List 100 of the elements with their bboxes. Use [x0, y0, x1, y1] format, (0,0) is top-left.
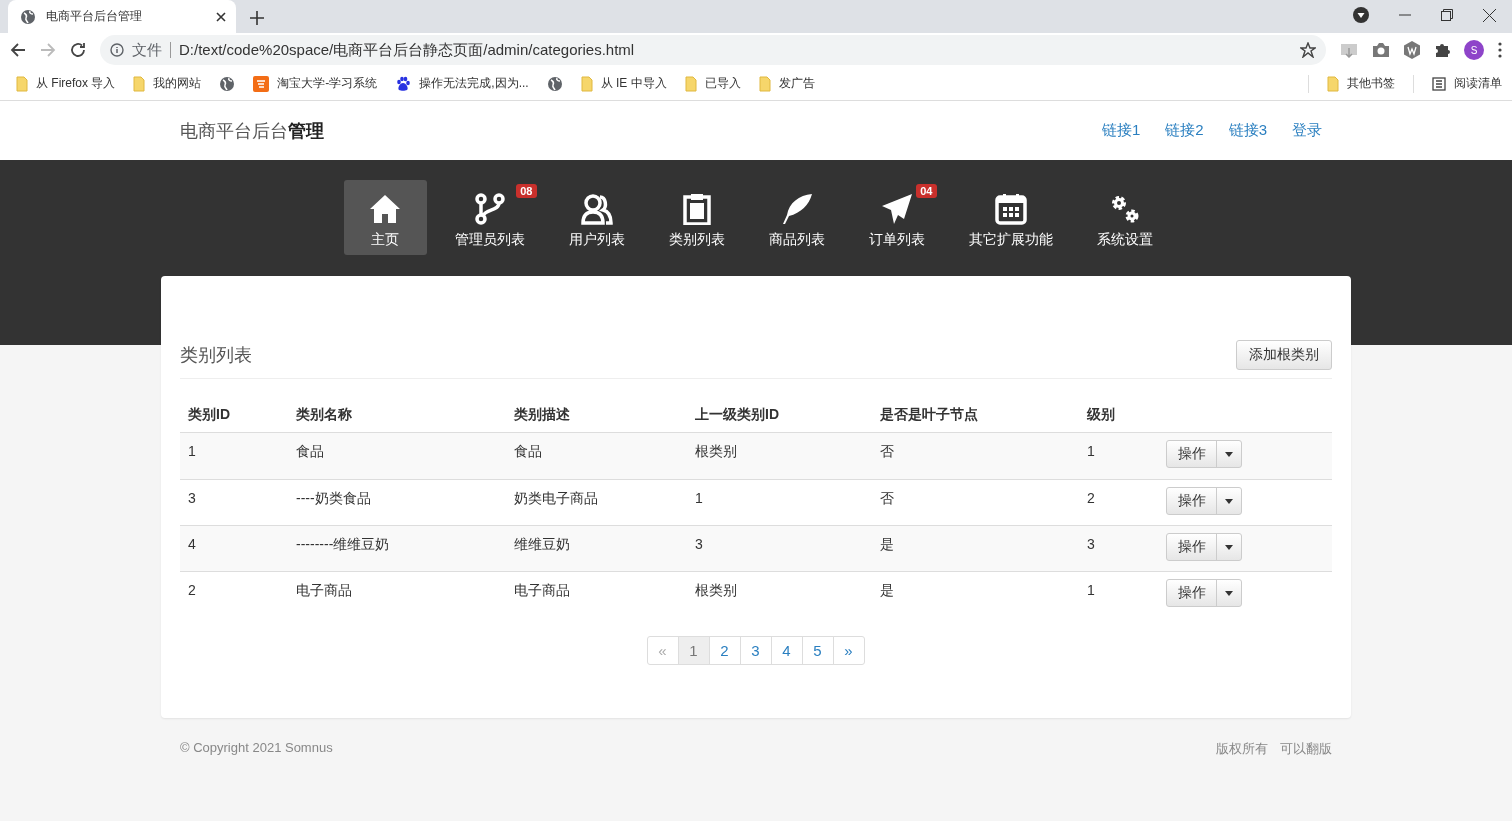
camera-icon[interactable]	[1372, 42, 1390, 58]
column-header: 类别描述	[514, 406, 571, 424]
column-header: 是否是叶子节点	[880, 406, 979, 424]
table-cell-text: 否	[880, 490, 895, 508]
page-link[interactable]: 2	[708, 636, 741, 665]
new-tab-icon[interactable]	[250, 11, 264, 25]
nav-item[interactable]: 系统设置	[1080, 180, 1169, 255]
back-icon[interactable]	[10, 42, 26, 58]
bookmark-label[interactable]: 从 Firefox 导入	[36, 75, 116, 92]
table-cell-text: 食品	[296, 443, 325, 461]
nav-link[interactable]: 登录	[1292, 121, 1322, 140]
page-link[interactable]: 3	[739, 636, 772, 665]
count-badge: 08	[516, 184, 537, 198]
folder-icon	[580, 75, 593, 92]
table-cell-text: 4	[188, 536, 197, 552]
table-cell-text: 1	[1087, 443, 1096, 459]
close-icon[interactable]	[1483, 8, 1496, 22]
page-link[interactable]: »	[832, 636, 865, 665]
folder-icon	[133, 75, 146, 92]
bookmark-label[interactable]: 从 IE 中导入	[600, 75, 667, 92]
menu-icon[interactable]	[1498, 42, 1502, 58]
browser-tab[interactable]: 电商平台后台管理	[8, 0, 236, 33]
table-cell-text: 电子商品	[296, 582, 353, 600]
add-root-category-button[interactable]: 添加根类别	[1236, 340, 1332, 370]
bookmark-label[interactable]: 发广告	[778, 75, 815, 92]
bookmark-label[interactable]: 操作无法完成,因为...	[419, 75, 529, 92]
bookmark-label[interactable]: 其他书签	[1347, 75, 1395, 92]
bookmark-label[interactable]: 已导入	[704, 75, 741, 92]
column-header: 上一级类别ID	[695, 406, 780, 424]
copyright-text: © Copyright 2021 Somnus	[180, 740, 333, 757]
caret-icon	[1225, 590, 1233, 596]
table-cell-text: 否	[880, 443, 895, 461]
star-icon[interactable]	[1300, 42, 1316, 58]
page-link[interactable]: 5	[801, 636, 834, 665]
page-link[interactable]: 1	[677, 636, 710, 665]
table-cell-text: 1	[695, 490, 704, 506]
close-icon[interactable]	[216, 11, 226, 22]
column-header: 级别	[1087, 406, 1116, 424]
table-cell-text: 食品	[514, 443, 543, 461]
table-cell-text: 3	[188, 490, 197, 506]
brand-title: 电商平台后台管理	[180, 119, 324, 143]
folder-icon	[684, 75, 697, 92]
profile-avatar[interactable]: S	[1464, 40, 1484, 60]
globe-icon	[546, 75, 563, 92]
table-cell-text: 2	[1087, 490, 1096, 506]
nav-item[interactable]: 主页	[343, 180, 427, 255]
footer-text: 版权所有	[1216, 740, 1268, 758]
table-cell-text: 根类别	[695, 443, 738, 461]
count-badge: 04	[916, 184, 937, 198]
feather-icon	[780, 193, 813, 225]
folder-icon	[16, 75, 28, 92]
info-icon	[110, 43, 124, 57]
nav-link[interactable]: 链接3	[1228, 121, 1267, 140]
table-cell-text: 1	[1087, 582, 1096, 598]
hexagon-icon[interactable]	[1404, 41, 1420, 59]
table-cell-text: 2	[188, 582, 197, 598]
media-control-icon[interactable]	[1353, 7, 1369, 23]
reading-list-icon	[1432, 76, 1446, 91]
caret-icon	[1225, 498, 1233, 504]
calendar-icon	[994, 193, 1027, 225]
folder-icon	[1327, 75, 1339, 92]
globe-icon	[219, 75, 236, 92]
table-cell-text: 1	[188, 443, 197, 459]
page-link[interactable]: 4	[770, 636, 803, 665]
table-cell-text: 根类别	[695, 582, 738, 600]
column-header: 类别ID	[188, 406, 231, 424]
caret-icon	[1225, 451, 1233, 457]
table-cell-text: 3	[695, 536, 704, 552]
panel-title: 类别列表	[180, 344, 252, 367]
nav-item[interactable]: 订单列表 04	[852, 180, 941, 255]
caret-icon	[1225, 544, 1233, 550]
address-bar[interactable]: 文件 D:/text/code%20space/电商平台后台静态页面/admin/categories.html	[100, 35, 1326, 65]
bookmark-label[interactable]: 我的网站	[153, 75, 202, 92]
nav-item[interactable]: 商品列表	[752, 180, 841, 255]
bookmark-label[interactable]: 阅读清单	[1454, 75, 1502, 92]
table-cell-text: 电子商品	[514, 582, 571, 600]
extensions-icon[interactable]	[1434, 42, 1450, 58]
table-cell-text: ----奶类食品	[296, 490, 372, 508]
nav-item[interactable]: 管理员列表 08	[438, 180, 541, 255]
bookmark-label[interactable]: 淘宝大学-学习系统	[277, 75, 378, 92]
table-cell-text: 是	[880, 582, 895, 600]
table-cell-text: 3	[1087, 536, 1096, 552]
restore-icon[interactable]	[1441, 9, 1453, 21]
tab-favicon-icon	[20, 8, 36, 25]
nav-link[interactable]: 链接1	[1101, 121, 1141, 140]
clipboard-icon	[682, 193, 711, 225]
home-icon	[369, 193, 401, 225]
footer-text: 可以翻版	[1280, 740, 1332, 758]
reload-icon[interactable]	[70, 42, 86, 58]
nav-link[interactable]: 链接2	[1165, 121, 1204, 140]
table-cell-text: 是	[880, 536, 895, 554]
branch-icon	[474, 193, 505, 225]
users-icon	[579, 193, 614, 225]
column-header: 类别名称	[296, 406, 353, 424]
folder-icon	[758, 75, 771, 92]
download-icon[interactable]	[1340, 42, 1358, 58]
nav-item[interactable]: 类别列表	[652, 180, 741, 255]
table-cell-text: 奶类电子商品	[514, 490, 599, 508]
nav-item[interactable]: 用户列表	[552, 180, 641, 255]
nav-item[interactable]: 其它扩展功能	[952, 180, 1069, 255]
